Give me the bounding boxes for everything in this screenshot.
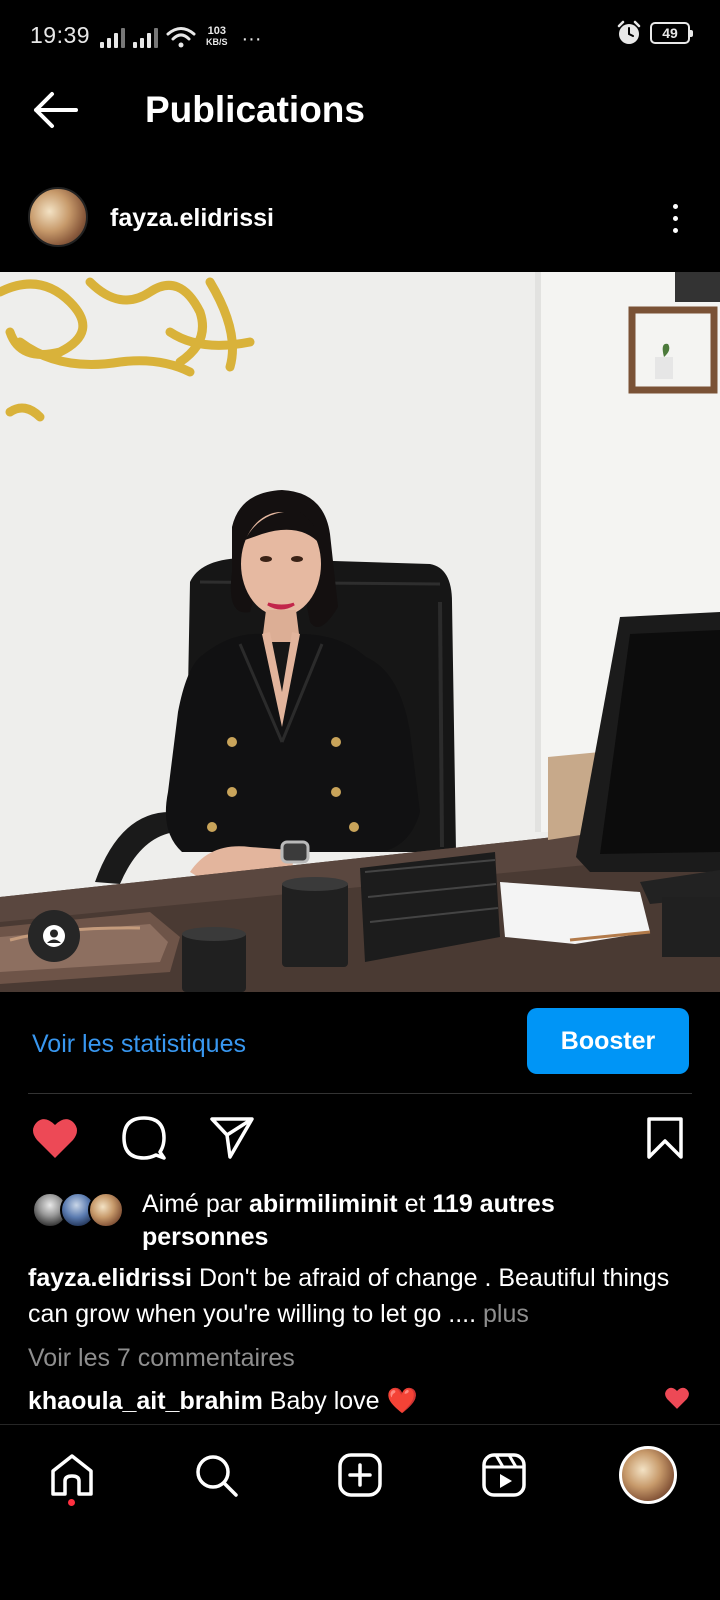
avatar[interactable] <box>28 187 88 247</box>
speed-value: 103 <box>207 25 226 37</box>
boost-button[interactable]: Booster <box>527 1008 689 1074</box>
comment-text: Baby love ❤️ <box>269 1387 418 1415</box>
post-caption[interactable]: fayza.elidrissi Don't be afraid of chang… <box>28 1260 688 1332</box>
caption-username[interactable]: fayza.elidrissi <box>28 1264 192 1292</box>
bookmark-icon <box>647 1117 683 1159</box>
caption-more-link[interactable]: plus <box>483 1300 529 1328</box>
top-bar: Publications <box>0 72 720 150</box>
comment-icon <box>122 1116 166 1160</box>
nav-create[interactable] <box>330 1445 390 1505</box>
post-insights-row: Voir les statistiques Booster <box>0 1000 720 1090</box>
tagged-people-button[interactable] <box>28 910 80 962</box>
status-bar: 19:39 103 KB/S ··· 49 <box>0 0 720 72</box>
nav-search[interactable] <box>186 1445 246 1505</box>
reels-icon <box>482 1453 526 1497</box>
save-button[interactable] <box>637 1110 693 1166</box>
heart-icon <box>665 1387 689 1409</box>
page-title: Publications <box>145 89 365 130</box>
notification-dot <box>68 1499 75 1506</box>
network-speed: 103 KB/S <box>206 26 228 48</box>
post-image[interactable] <box>0 272 720 992</box>
speed-unit: KB/S <box>206 37 228 47</box>
signal-icon <box>133 26 158 48</box>
liker-username[interactable]: abirmiliminit <box>249 1190 398 1218</box>
post-actions <box>0 1110 720 1170</box>
status-right: 49 <box>616 20 693 46</box>
view-insights-link[interactable]: Voir les statistiques <box>32 1030 246 1059</box>
vertical-dots-icon <box>672 203 678 209</box>
like-button[interactable] <box>27 1110 83 1166</box>
profile-avatar <box>619 1446 677 1504</box>
status-icons: 103 KB/S ··· <box>100 20 262 50</box>
user-icon <box>43 925 65 947</box>
likes-summary[interactable]: Aimé par abirmiliminit et 119 autres per… <box>142 1188 682 1254</box>
nav-profile[interactable] <box>618 1445 678 1505</box>
comment-button[interactable] <box>116 1110 172 1166</box>
search-icon <box>196 1455 238 1497</box>
bottom-navigation <box>0 1424 720 1600</box>
likes-prefix: Aimé par <box>142 1190 243 1218</box>
liker-avatars[interactable] <box>32 1192 132 1232</box>
post-header: fayza.elidrissi <box>0 186 720 250</box>
divider <box>28 1093 692 1094</box>
back-button[interactable] <box>30 90 80 130</box>
nav-home[interactable] <box>42 1445 102 1505</box>
nav-reels[interactable] <box>474 1445 534 1505</box>
battery-icon: 49 <box>650 22 693 44</box>
comment-username[interactable]: khaoula_ait_brahim <box>28 1387 263 1415</box>
comment-preview[interactable]: khaoula_ait_brahim Baby love ❤️ <box>28 1384 688 1418</box>
wifi-icon <box>166 27 196 48</box>
post-username[interactable]: fayza.elidrissi <box>110 204 274 233</box>
share-button[interactable] <box>204 1110 260 1166</box>
send-icon <box>210 1117 254 1159</box>
comment-like-button[interactable] <box>664 1386 690 1412</box>
status-time: 19:39 <box>30 22 91 48</box>
create-icon <box>338 1453 382 1497</box>
arrow-left-icon <box>34 92 78 128</box>
post-photo-illustration <box>0 272 720 992</box>
avatar <box>88 1192 124 1228</box>
likes-and: et <box>404 1190 426 1218</box>
heart-icon <box>33 1119 77 1158</box>
alarm-icon <box>617 20 641 44</box>
signal-icon <box>100 26 125 48</box>
view-comments-link[interactable]: Voir les 7 commentaires <box>28 1344 295 1373</box>
status-more: ··· <box>241 28 262 50</box>
post-options-button[interactable] <box>660 196 690 240</box>
home-icon <box>51 1454 93 1496</box>
